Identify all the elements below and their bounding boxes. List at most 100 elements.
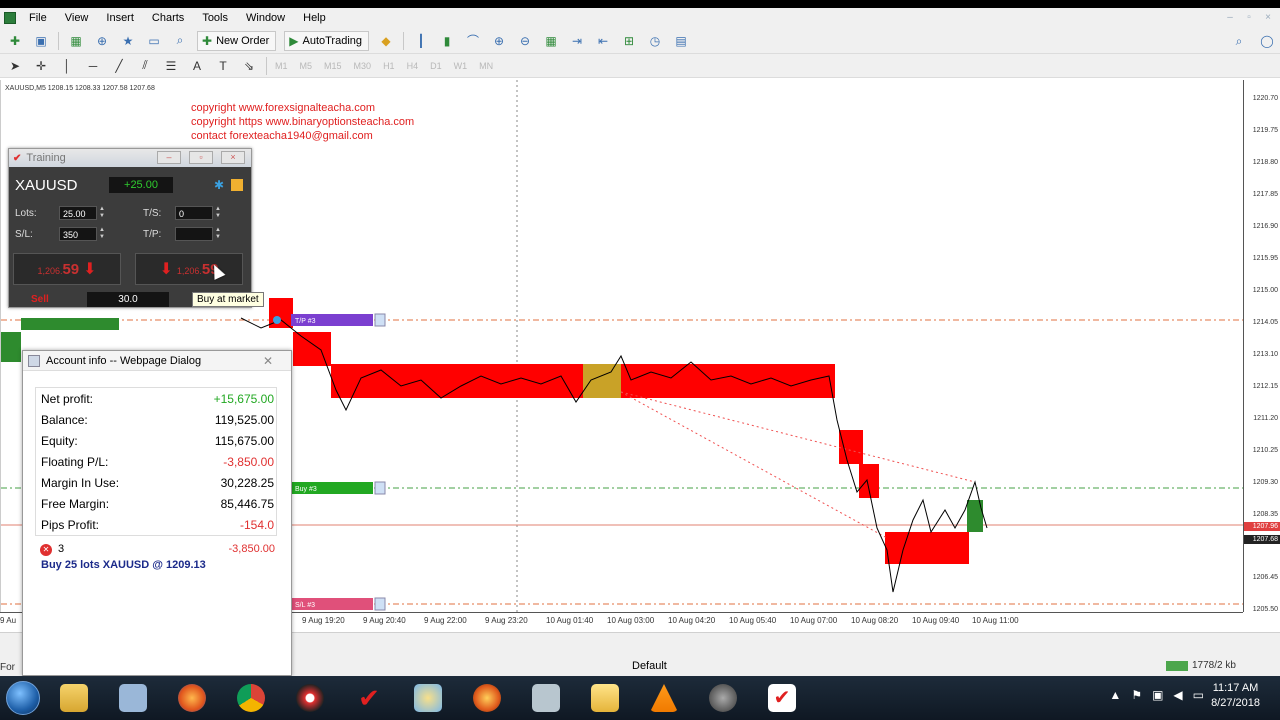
training-minimize-button[interactable]: – bbox=[157, 151, 181, 164]
training-close-button[interactable]: × bbox=[221, 151, 245, 164]
bar-chart-icon[interactable]: ┃ bbox=[412, 32, 430, 50]
community-icon[interactable]: ◯ bbox=[1258, 32, 1276, 50]
buy-button[interactable]: ⬇ 1,206.59 bbox=[135, 253, 243, 285]
tray-volume-icon[interactable]: ◀ bbox=[1173, 688, 1182, 702]
timeframe-d1[interactable]: D1 bbox=[430, 61, 442, 71]
taskbar-app-browser[interactable] bbox=[461, 678, 513, 718]
timeframe-m15[interactable]: M15 bbox=[324, 61, 342, 71]
new-chart-icon[interactable]: ✚ bbox=[6, 32, 24, 50]
search-icon[interactable]: ⌕ bbox=[1230, 32, 1248, 50]
taskbar-app-folder[interactable] bbox=[579, 678, 631, 718]
zoom-out-icon[interactable]: ⊖ bbox=[516, 32, 534, 50]
tp-close-icon[interactable] bbox=[374, 313, 386, 327]
minimize-button[interactable]: – bbox=[1222, 11, 1238, 25]
open-trade[interactable]: ✕ 3 -3,850.00 Buy 25 lots XAUUSD @ 1209.1… bbox=[35, 541, 277, 571]
templates-icon[interactable]: ▤ bbox=[672, 32, 690, 50]
arrows-icon[interactable]: ⇘ bbox=[240, 57, 258, 75]
ts-stepper[interactable]: ▲ ▼ bbox=[214, 206, 222, 220]
close-trade-icon[interactable]: ✕ bbox=[40, 543, 52, 556]
sl-stepper[interactable]: ▲ ▼ bbox=[98, 227, 106, 241]
start-button[interactable] bbox=[6, 681, 40, 715]
timeframe-h4[interactable]: H4 bbox=[407, 61, 419, 71]
taskbar-app-terminal[interactable]: ✔ bbox=[756, 678, 808, 718]
taskbar-app-explorer[interactable] bbox=[48, 678, 100, 718]
sl-close-icon[interactable] bbox=[374, 597, 386, 611]
periods-icon[interactable]: ◷ bbox=[646, 32, 664, 50]
market-watch-icon[interactable]: ▦ bbox=[67, 32, 85, 50]
fibonacci-icon[interactable]: ☰ bbox=[162, 57, 180, 75]
timeframe-h1[interactable]: H1 bbox=[383, 61, 395, 71]
terminal-icon[interactable]: ▭ bbox=[145, 32, 163, 50]
menu-view[interactable]: View bbox=[56, 12, 98, 24]
data-window-icon[interactable]: ⊕ bbox=[93, 32, 111, 50]
taskbar-app-firefox[interactable] bbox=[166, 678, 218, 718]
tray-display-icon[interactable]: ▭ bbox=[1193, 688, 1204, 702]
restore-button[interactable]: ▫ bbox=[1241, 11, 1257, 25]
taskbar-app-trading[interactable]: ✔ bbox=[343, 678, 395, 718]
auto-trading-button[interactable]: ▶ AutoTrading bbox=[284, 30, 370, 51]
menu-charts[interactable]: Charts bbox=[143, 12, 193, 24]
taskbar-app-media[interactable] bbox=[697, 678, 749, 718]
trendline-icon[interactable]: ╱ bbox=[110, 57, 128, 75]
text-label-icon[interactable]: T bbox=[214, 57, 232, 75]
menu-help[interactable]: Help bbox=[294, 12, 335, 24]
tray-expand-icon[interactable]: ▲ bbox=[1109, 688, 1121, 702]
bid-price-tag: 1207.68 bbox=[1244, 535, 1280, 544]
vertical-line-icon[interactable]: │ bbox=[58, 57, 76, 75]
taskbar-clock[interactable]: 11:17 AM 8/27/2018 bbox=[1211, 681, 1260, 711]
menu-tools[interactable]: Tools bbox=[193, 12, 237, 24]
layout-icon[interactable] bbox=[231, 179, 243, 191]
training-maximize-button[interactable]: ▫ bbox=[189, 151, 213, 164]
close-button[interactable]: × bbox=[1260, 11, 1276, 25]
cursor-icon[interactable]: ➤ bbox=[6, 57, 24, 75]
price-label: 1217.85 bbox=[1252, 191, 1278, 198]
taskbar-app-vlc[interactable] bbox=[638, 678, 690, 718]
timeframe-m1[interactable]: M1 bbox=[275, 61, 288, 71]
tp-stepper[interactable]: ▲ ▼ bbox=[214, 227, 222, 241]
sl-input[interactable]: 350 bbox=[59, 227, 97, 241]
tray-network-icon[interactable]: ▣ bbox=[1152, 688, 1163, 702]
profiles-icon[interactable]: ▣ bbox=[32, 32, 50, 50]
timeframe-m30[interactable]: M30 bbox=[354, 61, 372, 71]
settings-icon[interactable]: ✱ bbox=[214, 179, 226, 191]
horizontal-line-icon[interactable]: ─ bbox=[84, 57, 102, 75]
menu-insert[interactable]: Insert bbox=[97, 12, 143, 24]
tp-handle-icon[interactable] bbox=[273, 316, 281, 324]
expert-icon[interactable]: ◆ bbox=[377, 32, 395, 50]
indicators-icon[interactable]: ⊞ bbox=[620, 32, 638, 50]
ts-input[interactable]: 0 bbox=[175, 206, 213, 220]
training-titlebar[interactable]: ✔ Training – ▫ × bbox=[9, 149, 251, 167]
account-titlebar[interactable]: Account info -- Webpage Dialog bbox=[23, 351, 291, 371]
tester-icon[interactable]: ⌕ bbox=[171, 32, 189, 50]
app-icon[interactable] bbox=[4, 12, 16, 24]
line-chart-icon[interactable]: ⌒ bbox=[464, 32, 482, 50]
tray-flag-icon[interactable]: ⚑ bbox=[1131, 688, 1142, 702]
chart-shift-icon[interactable]: ⇥ bbox=[568, 32, 586, 50]
navigator-icon[interactable]: ★ bbox=[119, 32, 137, 50]
timeframe-m5[interactable]: M5 bbox=[300, 61, 313, 71]
channel-icon[interactable]: ⫽ bbox=[136, 57, 154, 75]
taskbar-app-1[interactable] bbox=[284, 678, 336, 718]
menu-file[interactable]: File bbox=[20, 12, 56, 24]
new-order-button[interactable]: ✚ New Order bbox=[197, 30, 277, 51]
crosshair-icon[interactable]: ✛ bbox=[32, 57, 50, 75]
candlestick-icon[interactable]: ▮ bbox=[438, 32, 456, 50]
price-scale[interactable]: 1220.70 1219.75 1218.80 1217.85 1216.90 … bbox=[1243, 80, 1280, 613]
timeframe-w1[interactable]: W1 bbox=[454, 61, 468, 71]
taskbar-app-paint[interactable] bbox=[402, 678, 454, 718]
zoom-in-icon[interactable]: ⊕ bbox=[490, 32, 508, 50]
buy-close-icon[interactable] bbox=[374, 481, 386, 495]
autoscroll-icon[interactable]: ⇤ bbox=[594, 32, 612, 50]
lots-input[interactable]: 25.00 bbox=[59, 206, 97, 220]
tile-windows-icon[interactable]: ▦ bbox=[542, 32, 560, 50]
timeframe-mn[interactable]: MN bbox=[479, 61, 493, 71]
account-close-button[interactable]: ✕ bbox=[263, 354, 273, 368]
menu-window[interactable]: Window bbox=[237, 12, 294, 24]
tp-input[interactable] bbox=[175, 227, 213, 241]
taskbar-app-printer[interactable] bbox=[520, 678, 572, 718]
taskbar-app-chrome[interactable] bbox=[225, 678, 277, 718]
lots-stepper[interactable]: ▲ ▼ bbox=[98, 206, 106, 220]
taskbar-app-library[interactable] bbox=[107, 678, 159, 718]
text-icon[interactable]: A bbox=[188, 57, 206, 75]
sell-button[interactable]: 1,206.59 ⬇ bbox=[13, 253, 121, 285]
